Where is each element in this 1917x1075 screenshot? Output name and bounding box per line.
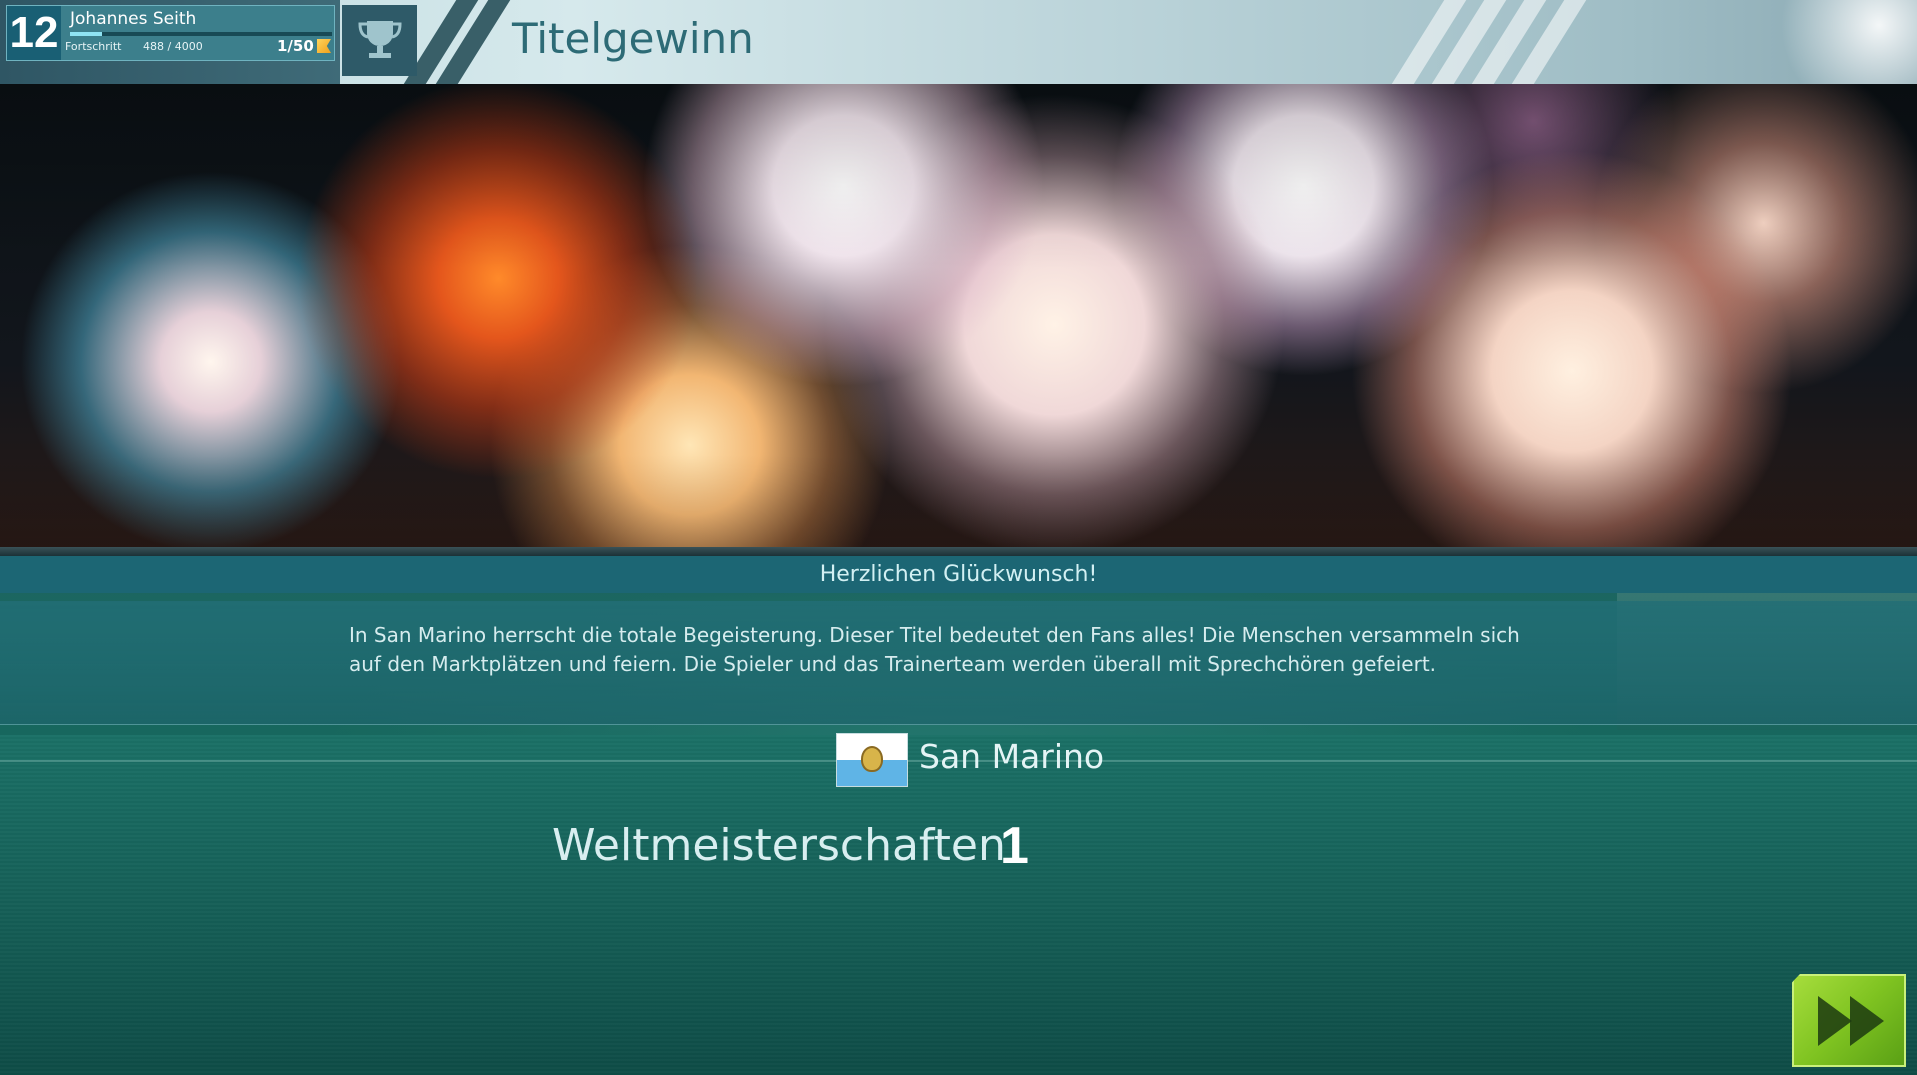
- congrats-bar: Herzlichen Glückwunsch!: [0, 556, 1917, 593]
- progress-bar-fill: [70, 32, 102, 36]
- manager-name: Johannes Seith: [70, 9, 197, 29]
- progress-value: 488 / 4000: [143, 40, 203, 53]
- progress-bar: [70, 32, 332, 36]
- stadium-light: [1727, 0, 1917, 84]
- continue-button[interactable]: [1792, 974, 1906, 1067]
- banner-edge: [0, 547, 1917, 556]
- progress-counter: 1/50: [277, 37, 314, 55]
- stat-label: Weltmeisterschaften: [552, 820, 1006, 871]
- congrats-headline: Herzlichen Glückwunsch!: [819, 562, 1098, 587]
- san-marino-flag-icon: [836, 733, 908, 787]
- stat-value: 1: [1000, 817, 1029, 875]
- message-text: In San Marino herrscht die totale Begeis…: [349, 623, 1520, 676]
- pitch-grass: [0, 735, 1917, 1075]
- country-name: San Marino: [919, 737, 1105, 776]
- progress-label: Fortschritt: [65, 40, 122, 53]
- message-panel: In San Marino herrscht die totale Begeis…: [0, 601, 1917, 725]
- fireworks-banner: [0, 84, 1917, 547]
- trophy-icon: [358, 21, 402, 58]
- header-bar: 12 Johannes Seith Fortschritt 488 / 4000…: [0, 0, 1917, 84]
- trophy-badge: [342, 5, 417, 76]
- page-title: Titelgewinn: [512, 14, 754, 63]
- banner-shade: [0, 84, 1917, 547]
- manager-level: 12: [7, 6, 61, 60]
- fast-forward-icon: [1818, 996, 1884, 1046]
- pennant-icon: [317, 39, 331, 53]
- manager-profile[interactable]: 12 Johannes Seith Fortschritt 488 / 4000…: [6, 5, 335, 61]
- coat-of-arms-icon: [861, 746, 883, 772]
